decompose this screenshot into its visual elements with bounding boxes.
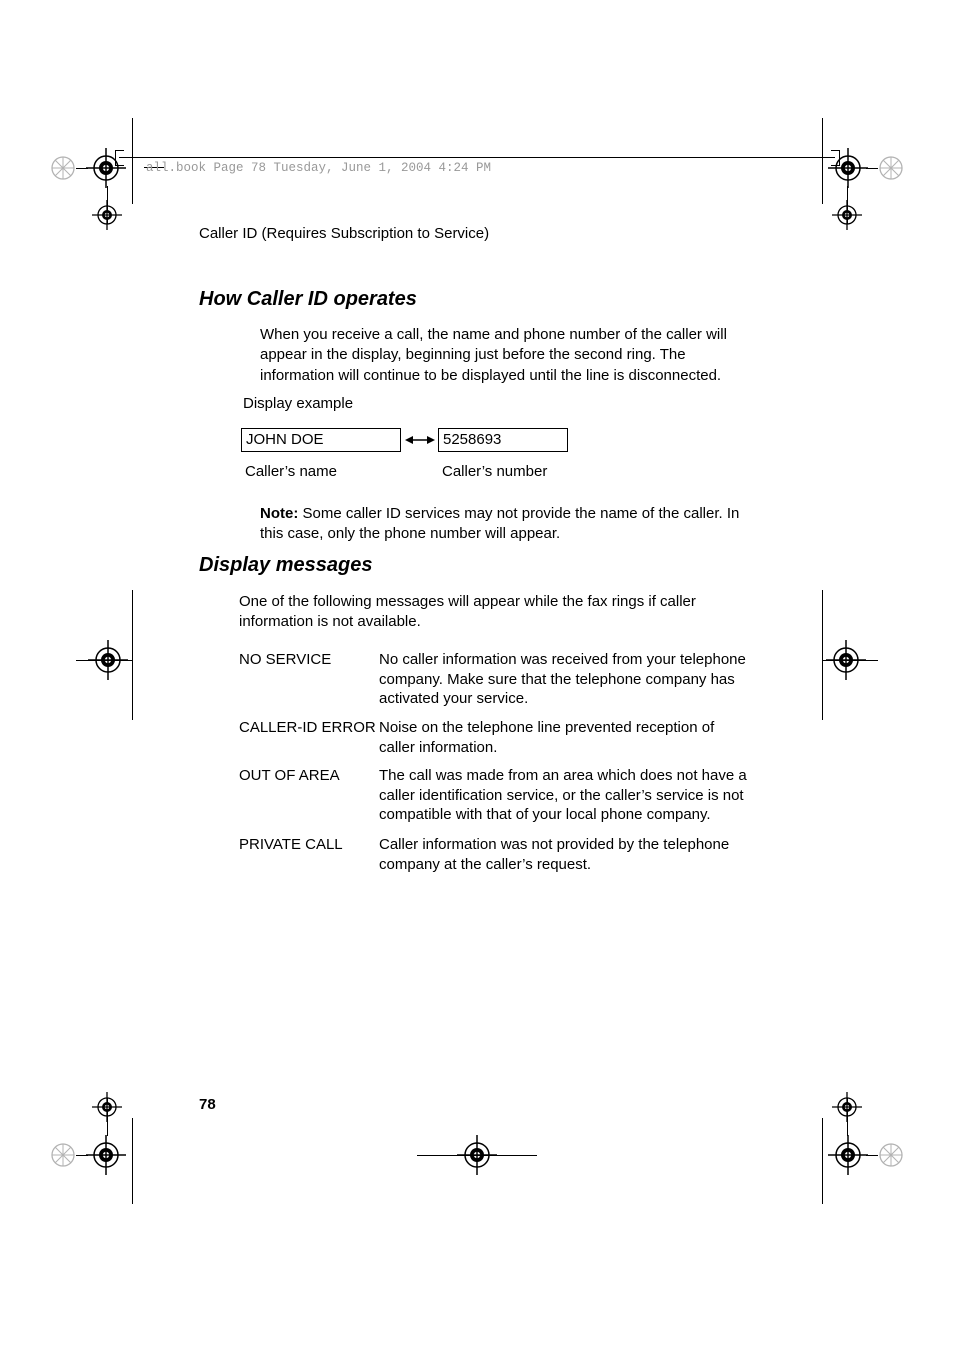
caller-name-caption: Caller’s name: [245, 462, 337, 482]
header-path-text: all.book Page 78 Tuesday, June 1, 2004 4…: [146, 161, 491, 175]
msg-label: NO SERVICE: [239, 650, 379, 670]
msg-desc: Caller information was not provided by t…: [379, 835, 749, 874]
msg-desc: No caller information was received from …: [379, 650, 749, 709]
caller-number-value: 5258693: [443, 431, 501, 448]
running-header: Caller ID (Requires Subscription to Serv…: [199, 225, 489, 242]
caller-number-caption: Caller’s number: [442, 462, 547, 482]
section-heading-display-messages: Display messages: [199, 554, 372, 577]
page-number: 78: [199, 1096, 216, 1113]
caller-name-value: JOHN DOE: [246, 431, 324, 448]
caller-name-box: JOHN DOE: [241, 428, 401, 452]
note-text: Some caller ID services may not provide …: [260, 505, 739, 542]
msg-row-callerid-error: CALLER-ID ERROR Noise on the telephone l…: [239, 718, 749, 757]
note-bold: Note:: [260, 505, 298, 522]
msg-desc: Noise on the telephone line prevented re…: [379, 718, 749, 757]
msg-row-private-call: PRIVATE CALL Caller information was not …: [239, 835, 749, 874]
msg-label: CALLER-ID ERROR: [239, 718, 379, 738]
msg-label: OUT OF AREA: [239, 766, 379, 786]
double-arrow-icon: [405, 433, 435, 452]
how-paragraph: When you receive a call, the name and ph…: [260, 325, 760, 386]
msg-desc: The call was made from an area which doe…: [379, 766, 749, 825]
how-note: Note: Some caller ID services may not pr…: [260, 504, 750, 545]
msg-label: PRIVATE CALL: [239, 835, 379, 855]
caller-number-box: 5258693: [438, 428, 568, 452]
msg-row-out-of-area: OUT OF AREA The call was made from an ar…: [239, 766, 749, 825]
display-msgs-intro: One of the following messages will appea…: [239, 592, 739, 633]
display-example-label: Display example: [243, 394, 353, 414]
section-heading-how: How Caller ID operates: [199, 288, 417, 311]
msg-row-no-service: NO SERVICE No caller information was rec…: [239, 650, 749, 709]
